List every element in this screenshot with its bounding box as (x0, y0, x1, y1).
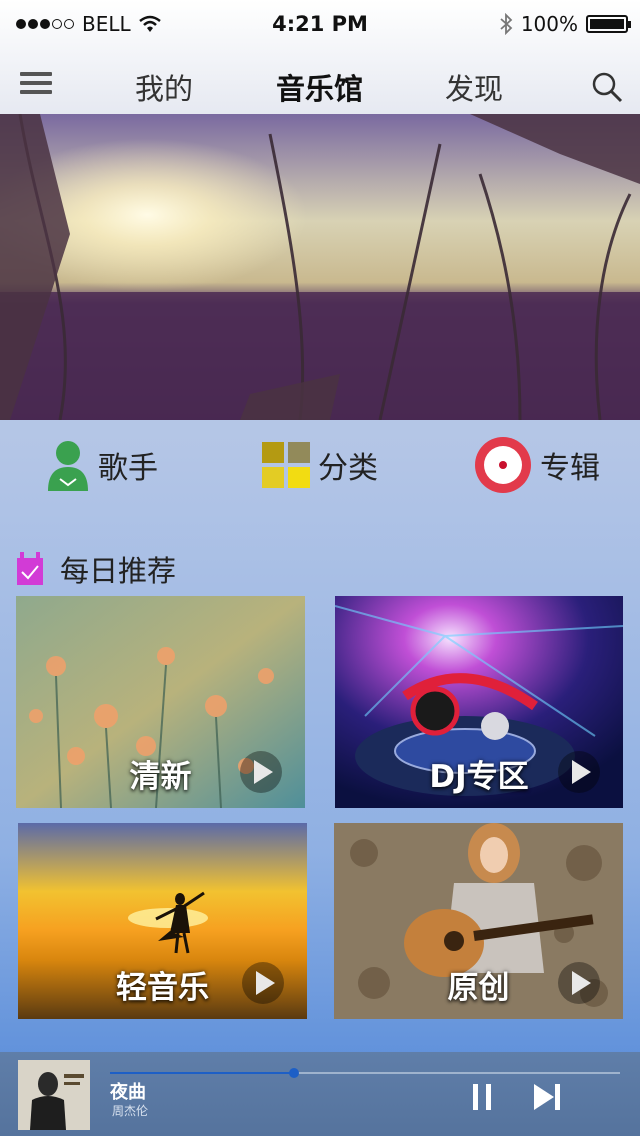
play-icon[interactable] (239, 750, 283, 794)
daily-recommend-header: 每日推荐 (16, 548, 176, 590)
section-title: 每日推荐 (60, 554, 177, 588)
quick-item-album[interactable]: 专辑 (474, 430, 600, 500)
recommend-card-dj[interactable]: DJ专区 (335, 596, 623, 808)
play-icon[interactable] (557, 750, 601, 794)
play-icon[interactable] (241, 961, 285, 1005)
bluetooth-icon (500, 13, 513, 35)
album-disc-icon (475, 437, 531, 493)
progress-knob[interactable] (288, 1068, 299, 1078)
tab-music-hall[interactable]: 音乐馆 (276, 66, 363, 108)
quick-label-album: 专辑 (540, 451, 600, 486)
mini-player: 夜曲 周杰伦 (0, 1052, 640, 1136)
song-title: 夜曲 (110, 1082, 146, 1103)
pause-icon[interactable] (470, 1082, 494, 1112)
calendar-check-icon (17, 552, 43, 585)
tab-mine[interactable]: 我的 (135, 66, 193, 108)
status-bar: BELL 4:21 PM 100% (0, 0, 640, 48)
status-right: 100% (499, 12, 631, 36)
singer-icon (48, 441, 88, 491)
quick-item-category[interactable]: 分类 (262, 430, 378, 500)
quick-categories: 歌手 分类 专辑 (0, 430, 640, 510)
quick-label-category: 分类 (318, 451, 378, 486)
quick-label-singer: 歌手 (98, 451, 158, 486)
skip-next-icon[interactable] (532, 1082, 562, 1112)
hamburger-menu-icon[interactable] (20, 72, 52, 98)
search-icon[interactable] (590, 70, 624, 104)
battery-percent: 100% (520, 12, 578, 36)
album-cover[interactable] (18, 1060, 90, 1130)
recommend-card-original[interactable]: 原创 (334, 823, 623, 1019)
top-bar: BELL 4:21 PM 100% 我的 音乐馆 发现 (0, 0, 640, 114)
recommend-card-light-music[interactable]: 轻音乐 (18, 823, 307, 1019)
tab-discover[interactable]: 发现 (445, 66, 503, 108)
battery-icon (586, 15, 631, 33)
progress-bar[interactable] (110, 1068, 620, 1078)
quick-item-singer[interactable]: 歌手 (46, 430, 158, 500)
song-artist: 周杰伦 (112, 1104, 149, 1118)
play-icon[interactable] (557, 961, 601, 1005)
recommend-card-fresh[interactable]: 清新 (16, 596, 305, 808)
progress-fill (110, 1072, 294, 1074)
banner-image[interactable] (0, 114, 640, 420)
main-nav: 我的 音乐馆 发现 (0, 56, 640, 114)
category-grid-icon (262, 442, 310, 488)
